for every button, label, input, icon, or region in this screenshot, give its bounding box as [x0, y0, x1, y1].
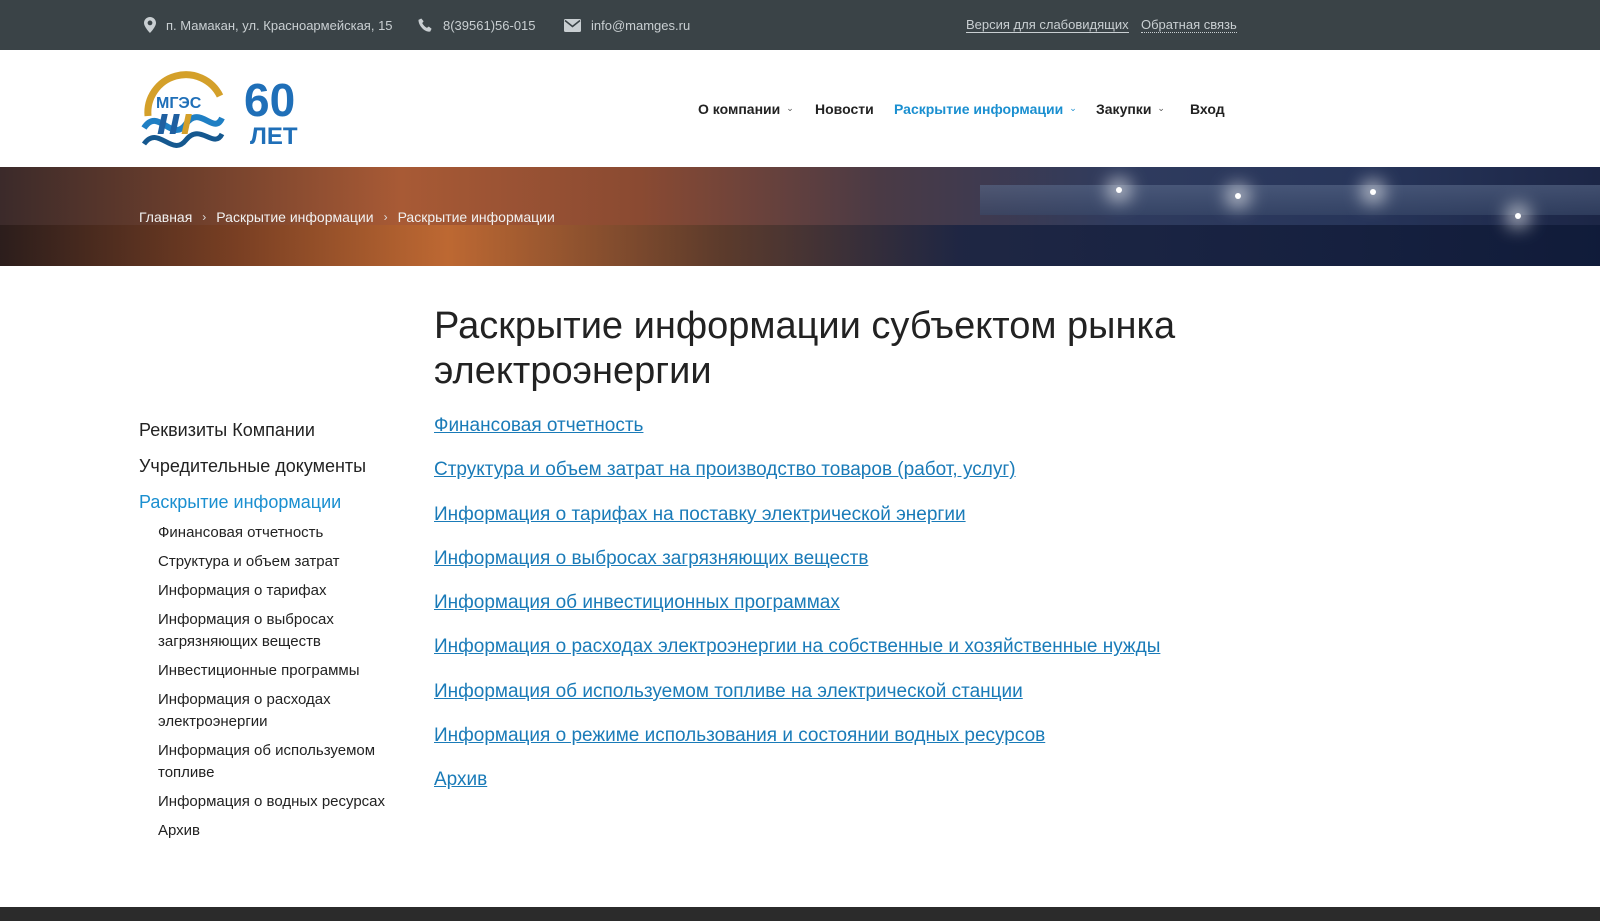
- email-text[interactable]: info@mamges.ru: [591, 18, 690, 33]
- accessibility-version-label[interactable]: Версия для слабовидящих: [966, 17, 1129, 33]
- banner-dam-silhouette: [980, 185, 1600, 215]
- nav-label: Закупки: [1096, 100, 1152, 117]
- nav-item-disclosure[interactable]: Раскрытие информации ⌄: [894, 50, 1077, 167]
- link-financial-reports[interactable]: Финансовая отчетность: [434, 414, 1334, 458]
- site-logo[interactable]: МГЭС 60 ЛЕТ: [138, 66, 338, 154]
- hero-banner: Главная › Раскрытие информации › Раскрыт…: [0, 167, 1600, 266]
- link-electricity-consumption[interactable]: Информация о расходах электроэнергии на …: [434, 635, 1334, 679]
- disclosure-link-list: Финансовая отчетность Структура и объем …: [434, 414, 1334, 813]
- nav-label: О компании: [698, 100, 781, 117]
- chevron-down-icon: ⌄: [786, 103, 794, 113]
- link-archive[interactable]: Архив: [434, 768, 1334, 812]
- sidebar-subitem-water[interactable]: Информация о водных ресурсах: [139, 791, 409, 813]
- sidebar-subitem-consumption[interactable]: Информация о расходах электроэнергии: [139, 689, 409, 733]
- chevron-right-icon: ›: [202, 209, 207, 224]
- link-investment-programs[interactable]: Информация об инвестиционных программах: [434, 591, 1334, 635]
- sidebar-subitem-archive[interactable]: Архив: [139, 820, 409, 842]
- chevron-down-icon: ⌄: [1069, 103, 1077, 113]
- address-block: п. Мамакан, ул. Красноармейская, 15: [144, 0, 393, 50]
- nav-item-news[interactable]: Новости: [815, 50, 874, 167]
- address-text: п. Мамакан, ул. Красноармейская, 15: [166, 17, 393, 33]
- breadcrumb: Главная › Раскрытие информации › Раскрыт…: [139, 167, 555, 266]
- banner-light-flare: [1370, 189, 1376, 195]
- page-title: Раскрытие информации субъектом рынка эле…: [434, 305, 1176, 392]
- phone-icon: [418, 17, 432, 32]
- nav-label: Вход: [1190, 100, 1225, 117]
- banner-light-flare: [1116, 187, 1122, 193]
- top-info-bar: п. Мамакан, ул. Красноармейская, 15 8(39…: [0, 0, 1600, 50]
- breadcrumb-item-current: Раскрытие информации: [397, 208, 555, 225]
- site-footer: [0, 907, 1600, 921]
- sidebar-subitem-fuel[interactable]: Информация об используемом топливе: [139, 740, 409, 784]
- sidebar-item-requisites[interactable]: Реквизиты Компании: [139, 418, 409, 454]
- logo-years-word: ЛЕТ: [250, 123, 298, 150]
- breadcrumb-item-disclosure[interactable]: Раскрытие информации: [216, 209, 373, 225]
- chevron-down-icon: ⌄: [1157, 103, 1165, 113]
- sidebar-item-founding-documents[interactable]: Учредительные документы: [139, 454, 409, 490]
- nav-label: Раскрытие информации: [894, 100, 1064, 117]
- envelope-icon: [564, 18, 581, 32]
- sidebar-subitem-tariffs[interactable]: Информация о тарифах: [139, 580, 409, 602]
- nav-item-company[interactable]: О компании ⌄: [698, 50, 794, 167]
- sidebar-subitem-costs[interactable]: Структура и объем затрат: [139, 551, 409, 573]
- site-header: МГЭС 60 ЛЕТ О компании ⌄ Новости Раскрыти…: [0, 50, 1600, 167]
- sidebar-menu: Реквизиты Компании Учредительные докумен…: [139, 418, 409, 849]
- accessibility-version-link[interactable]: Версия для слабовидящих: [966, 0, 1129, 50]
- logo-years-number: 60: [244, 74, 295, 126]
- sidebar-subitem-financial[interactable]: Финансовая отчетность: [139, 522, 409, 544]
- link-cost-structure[interactable]: Структура и объем затрат на производство…: [434, 458, 1334, 502]
- sidebar-subitem-investment[interactable]: Инвестиционные программы: [139, 660, 409, 682]
- email-block[interactable]: info@mamges.ru: [564, 0, 690, 50]
- link-fuel-used[interactable]: Информация об используемом топливе на эл…: [434, 680, 1334, 724]
- link-water-resources[interactable]: Информация о режиме использования и сост…: [434, 724, 1334, 768]
- logo-text: МГЭС: [156, 95, 202, 112]
- sidebar-subitem-emissions[interactable]: Информация о выбросах загрязняющих вещес…: [139, 609, 409, 653]
- sidebar-item-disclosure[interactable]: Раскрытие информации: [139, 490, 409, 522]
- feedback-link[interactable]: Обратная связь: [1141, 0, 1237, 50]
- link-tariffs[interactable]: Информация о тарифах на поставку электри…: [434, 503, 1334, 547]
- nav-item-purchases[interactable]: Закупки ⌄: [1096, 50, 1165, 167]
- feedback-label[interactable]: Обратная связь: [1141, 17, 1237, 33]
- nav-label: Новости: [815, 100, 874, 117]
- phone-block[interactable]: 8(39561)56-015: [418, 0, 536, 50]
- chevron-right-icon: ›: [383, 209, 388, 224]
- link-emissions[interactable]: Информация о выбросах загрязняющих вещес…: [434, 547, 1334, 591]
- map-pin-icon: [144, 17, 156, 33]
- phone-text[interactable]: 8(39561)56-015: [443, 18, 536, 33]
- banner-light-flare: [1515, 213, 1521, 219]
- nav-item-login[interactable]: Вход: [1190, 50, 1225, 167]
- banner-light-flare: [1235, 193, 1241, 199]
- breadcrumb-item-home[interactable]: Главная: [139, 209, 192, 225]
